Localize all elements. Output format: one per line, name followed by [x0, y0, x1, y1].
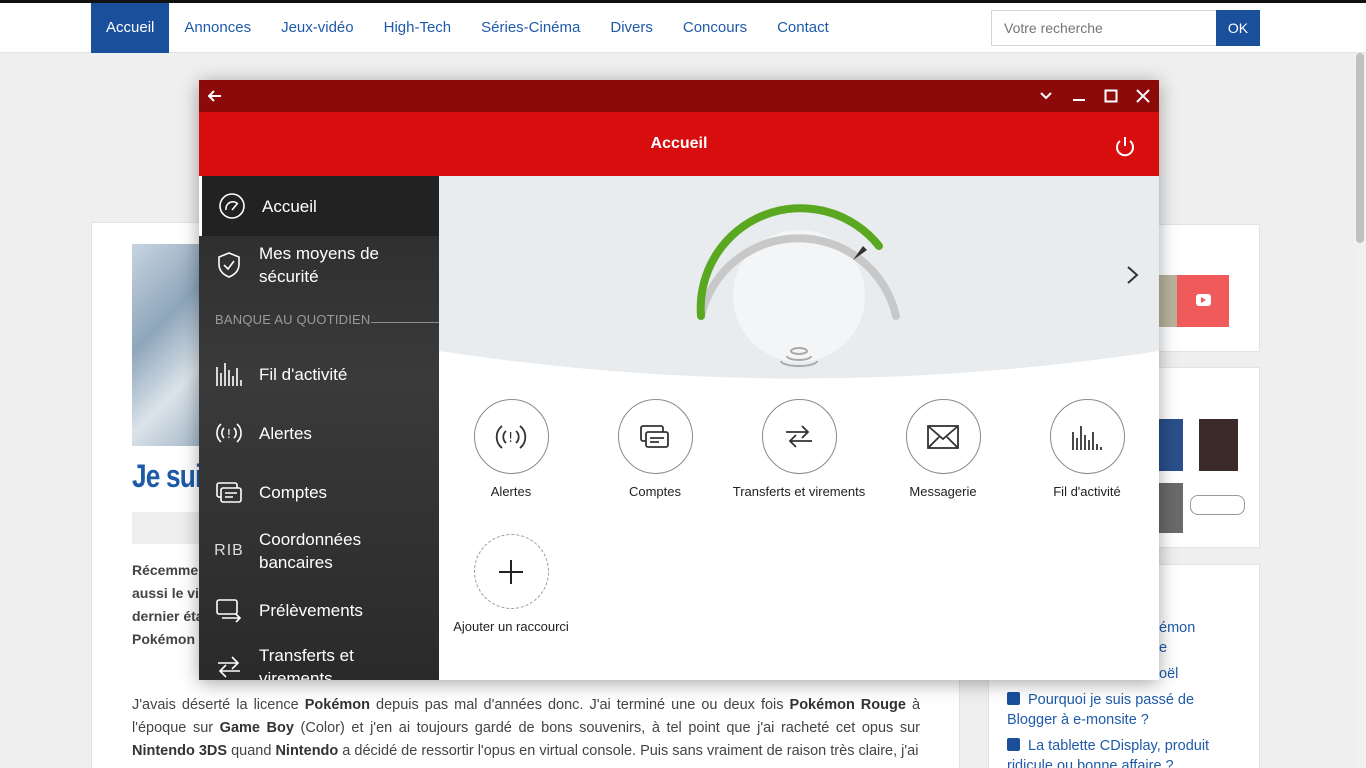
article-intro-line: Pokémon [132, 631, 196, 647]
next-button[interactable] [1125, 264, 1141, 291]
sidebar-link[interactable]: La tablette CDisplay, produit ridicule o… [1007, 736, 1222, 768]
sidebar-link[interactable]: Pourquoi je suis passé de Blogger à e-mo… [1007, 690, 1217, 730]
shortcut-fil-activite[interactable]: Fil d'activité [1012, 399, 1162, 499]
gallery-thumbnail[interactable] [1159, 483, 1183, 533]
logout-button[interactable] [1111, 132, 1139, 160]
sidebar-section-title: BANQUE AU QUOTIDIEN [215, 312, 371, 327]
nav-accueil[interactable]: Accueil [91, 3, 170, 53]
nintendo-logo [1190, 495, 1245, 515]
security-gauge-panel [439, 176, 1159, 391]
scrollbar-thumb[interactable] [1356, 53, 1364, 243]
sidebar-item-accueil[interactable]: Accueil [199, 176, 439, 236]
article-intro-line: dernier éta [132, 608, 204, 624]
article-meta-bar [132, 512, 202, 544]
site-top-navigation: Accueil Annonces Jeux-vidéo High-Tech Sé… [0, 0, 1366, 53]
shortcut-comptes[interactable]: Comptes [580, 399, 730, 499]
close-icon [1136, 89, 1150, 103]
security-gauge [439, 204, 1159, 391]
gallery-thumbnail[interactable] [1159, 419, 1183, 471]
shortcut-label: Alertes [490, 484, 532, 499]
sidebar-link[interactable]: oël [1159, 664, 1178, 684]
youtube-icon [1196, 294, 1211, 306]
sidebar-item-prelevements[interactable]: Prélèvements [199, 590, 439, 630]
chevron-down-icon [1040, 92, 1052, 100]
article-hero-image [132, 244, 202, 446]
app-header: Accueil [199, 112, 1159, 176]
sidebar-item-alertes[interactable]: ! Alertes [199, 413, 439, 453]
banking-app-window: Accueil Accueil Mes moyens de sécurité B… [199, 80, 1159, 680]
edit-icon [1007, 738, 1020, 751]
shortcut-alertes[interactable]: ! Alertes [436, 399, 586, 499]
shortcut-label: Comptes [628, 484, 682, 499]
power-icon [1116, 137, 1134, 157]
back-button[interactable] [199, 80, 231, 112]
alert-signal-icon: ! [213, 417, 245, 449]
svg-text:!: ! [508, 431, 513, 446]
app-main-content: ! Alertes Comptes Transferts et virement… [439, 176, 1159, 680]
sidebar-item-securite[interactable]: Mes moyens de sécurité [199, 236, 439, 294]
nav-jeux-video[interactable]: Jeux-vidéo [266, 3, 369, 53]
minimize-icon [1073, 99, 1085, 101]
plus-icon [473, 534, 549, 609]
youtube-button[interactable] [1177, 275, 1229, 327]
sidebar-item-comptes[interactable]: Comptes [199, 472, 439, 512]
shortcut-transferts[interactable]: Transferts et virements [724, 399, 874, 499]
app-sidebar: Accueil Mes moyens de sécurité BANQUE AU… [199, 176, 439, 680]
nav-concours[interactable]: Concours [668, 3, 762, 53]
shortcut-label: Transferts et virements [732, 484, 866, 499]
close-button[interactable] [1127, 80, 1159, 112]
gauge-icon [216, 190, 248, 222]
edit-icon [1007, 692, 1020, 705]
sidebar-link[interactable]: émon [1159, 618, 1195, 638]
gallery-thumbnail[interactable] [1199, 419, 1238, 471]
back-arrow-icon [207, 90, 221, 102]
svg-text:!: ! [227, 427, 232, 441]
page-scrollbar[interactable] [1354, 53, 1366, 768]
sidebar-link[interactable]: e [1159, 638, 1167, 658]
nav-high-tech[interactable]: High-Tech [369, 3, 467, 53]
site-search-button[interactable]: OK [1216, 10, 1260, 46]
section-divider [371, 322, 439, 323]
shield-check-icon [213, 249, 245, 281]
window-titlebar[interactable] [199, 80, 1159, 112]
shortcut-label: Ajouter un raccourci [453, 619, 569, 634]
chevron-right-icon [1127, 266, 1139, 284]
activity-bars-icon [1049, 399, 1125, 474]
cards-icon [617, 399, 693, 474]
envelope-icon [905, 399, 981, 474]
shortcut-messagerie[interactable]: Messagerie [868, 399, 1018, 499]
nav-annonces[interactable]: Annonces [169, 3, 266, 53]
nav-series-cinema[interactable]: Séries-Cinéma [466, 3, 595, 53]
sidebar-item-coordonnees[interactable]: RIB Coordonnées bancaires [199, 526, 439, 576]
sidebar-item-transferts[interactable]: Transferts et virements [199, 642, 439, 680]
direct-debit-icon [213, 594, 245, 626]
article-intro-line: Récemmen [132, 562, 207, 578]
nav-divers[interactable]: Divers [595, 3, 668, 53]
minimize-button[interactable] [1063, 80, 1095, 112]
site-menu: Accueil Annonces Jeux-vidéo High-Tech Sé… [91, 3, 844, 53]
maximize-icon [1104, 89, 1118, 103]
cards-icon [213, 476, 245, 508]
alert-signal-icon: ! [473, 399, 549, 474]
shortcut-ajouter[interactable]: Ajouter un raccourci [436, 534, 586, 634]
nav-contact[interactable]: Contact [762, 3, 844, 53]
shortcut-label: Fil d'activité [1053, 484, 1121, 499]
shortcut-label: Messagerie [909, 484, 977, 499]
article-paragraph: J'avais déserté la licence Pokémon depui… [132, 697, 921, 759]
social-thumbnail [1159, 275, 1177, 327]
transfer-arrows-icon [213, 651, 245, 680]
dropdown-button[interactable] [1030, 80, 1062, 112]
page-title: Accueil [650, 135, 708, 152]
sidebar-item-fil-activite[interactable]: Fil d'activité [199, 354, 439, 394]
activity-bars-icon [213, 358, 245, 390]
maximize-button[interactable] [1095, 80, 1127, 112]
transfer-arrows-icon [761, 399, 837, 474]
rib-icon: RIB [214, 542, 244, 559]
article-intro-line: aussi le vi [132, 585, 199, 601]
site-search-input[interactable] [991, 10, 1217, 46]
